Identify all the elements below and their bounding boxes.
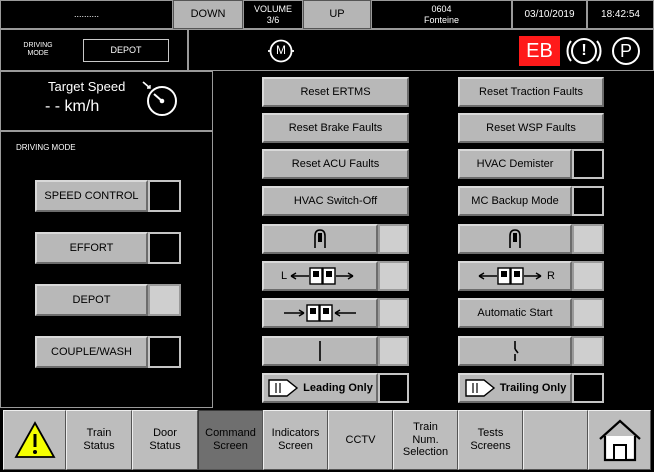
switch-closed-icon xyxy=(319,341,321,361)
nav-alarm-button[interactable] xyxy=(3,410,66,470)
target-speed-value: - - km/h xyxy=(45,98,100,115)
couple-wash-indicator xyxy=(148,336,181,368)
switch-open-indicator xyxy=(572,336,604,366)
effort-button[interactable]: EFFORT xyxy=(35,232,148,264)
trailing-only-indicator xyxy=(572,373,604,403)
door-close-icon xyxy=(284,304,356,322)
nav-door-status[interactable]: Door Status xyxy=(132,410,198,470)
door-close-left-indicator xyxy=(378,224,409,254)
switch-closed-button[interactable] xyxy=(262,336,378,366)
door-left-label: L xyxy=(280,269,288,282)
reset-acu-faults-button[interactable]: Reset ACU Faults xyxy=(262,149,409,179)
door-close-button[interactable] xyxy=(262,298,378,328)
reset-wsp-faults-button[interactable]: Reset WSP Faults xyxy=(458,113,604,143)
warning-symbol: ! xyxy=(581,41,587,59)
leading-only-indicator xyxy=(378,373,409,403)
station-name: Fonteine xyxy=(423,14,460,25)
time-display: 18:42:54 xyxy=(587,0,654,29)
header-dots: .......... xyxy=(0,0,173,29)
door-close-left-button[interactable] xyxy=(262,224,378,254)
volume-value: 3/6 xyxy=(266,14,280,25)
hand-door-icon xyxy=(509,229,521,248)
volume-up-button[interactable]: UP xyxy=(303,0,371,29)
hvac-demister-indicator xyxy=(572,149,604,179)
reset-brake-faults-button[interactable]: Reset Brake Faults xyxy=(262,113,409,143)
door-right-label: R xyxy=(547,269,555,282)
depot-indicator xyxy=(148,284,181,316)
speed-control-button[interactable]: SPEED CONTROL xyxy=(35,180,148,212)
leading-only-label: Leading Only xyxy=(303,381,373,394)
train-location: 0604 Fonteine xyxy=(371,0,512,29)
door-close-right-indicator xyxy=(572,224,604,254)
switch-closed-indicator xyxy=(378,336,409,366)
switch-open-icon xyxy=(514,341,519,361)
parking-label: P xyxy=(619,40,632,61)
driving-mode-value: DEPOT xyxy=(83,39,169,62)
date-display: 03/10/2019 xyxy=(512,0,587,29)
door-open-right-button[interactable]: R xyxy=(458,261,572,291)
hvac-switch-off-button[interactable]: HVAC Switch-Off xyxy=(262,186,409,216)
motor-label: M xyxy=(276,43,286,58)
nav-home-button[interactable] xyxy=(588,410,651,470)
door-close-right-button[interactable] xyxy=(458,224,572,254)
trailing-only-button[interactable]: Trailing Only xyxy=(458,373,572,403)
mc-backup-mode-button[interactable]: MC Backup Mode xyxy=(458,186,572,216)
train-direction-icon xyxy=(268,379,299,397)
nav-tests-screens[interactable]: Tests Screens xyxy=(458,410,523,470)
leading-only-button[interactable]: Leading Only xyxy=(262,373,378,403)
door-open-right-icon xyxy=(478,267,542,285)
switch-open-button[interactable] xyxy=(458,336,572,366)
train-direction-icon xyxy=(464,379,495,397)
door-open-left-button[interactable]: L xyxy=(262,261,378,291)
door-open-left-icon xyxy=(290,267,354,285)
target-speed-title: Target Speed xyxy=(48,79,126,94)
volume-label: VOLUME xyxy=(253,4,292,15)
nav-cctv[interactable]: CCTV xyxy=(328,410,393,470)
emergency-brake-indicator: EB xyxy=(519,36,560,66)
mc-backup-mode-indicator xyxy=(572,186,604,216)
driving-mode-status: DRIVING MODE DEPOT xyxy=(0,29,188,71)
nav-indicators-screen[interactable]: Indicators Screen xyxy=(263,410,328,470)
nav-empty-slot[interactable] xyxy=(523,410,588,470)
home-icon xyxy=(598,419,641,462)
couple-wash-button[interactable]: COUPLE/WASH xyxy=(35,336,148,368)
trailing-only-label: Trailing Only xyxy=(499,381,567,394)
door-open-left-indicator xyxy=(378,261,409,291)
effort-indicator xyxy=(148,232,181,264)
door-close-indicator xyxy=(378,298,409,328)
driving-mode-caption: DRIVING MODE xyxy=(23,41,53,57)
reset-ertms-button[interactable]: Reset ERTMS xyxy=(262,77,409,107)
hvac-demister-button[interactable]: HVAC Demister xyxy=(458,149,572,179)
reset-traction-faults-button[interactable]: Reset Traction Faults xyxy=(458,77,604,107)
speed-control-indicator xyxy=(148,180,181,212)
volume-display: VOLUME 3/6 xyxy=(243,0,303,29)
depot-button[interactable]: DEPOT xyxy=(35,284,148,316)
hand-door-icon xyxy=(314,229,326,248)
train-number: 0604 xyxy=(431,4,452,15)
nav-train-status[interactable]: Train Status xyxy=(66,410,132,470)
nav-command-screen[interactable]: Command Screen xyxy=(198,410,263,470)
speedometer-icon xyxy=(140,79,180,119)
automatic-start-indicator xyxy=(572,298,604,328)
nav-train-num-selection[interactable]: Train Num. Selection xyxy=(393,410,458,470)
door-open-right-indicator xyxy=(572,261,604,291)
automatic-start-button[interactable]: Automatic Start xyxy=(458,298,572,328)
driving-mode-title: DRIVING MODE xyxy=(16,143,76,152)
warning-triangle-icon xyxy=(13,421,56,458)
volume-down-button[interactable]: DOWN xyxy=(173,0,243,29)
